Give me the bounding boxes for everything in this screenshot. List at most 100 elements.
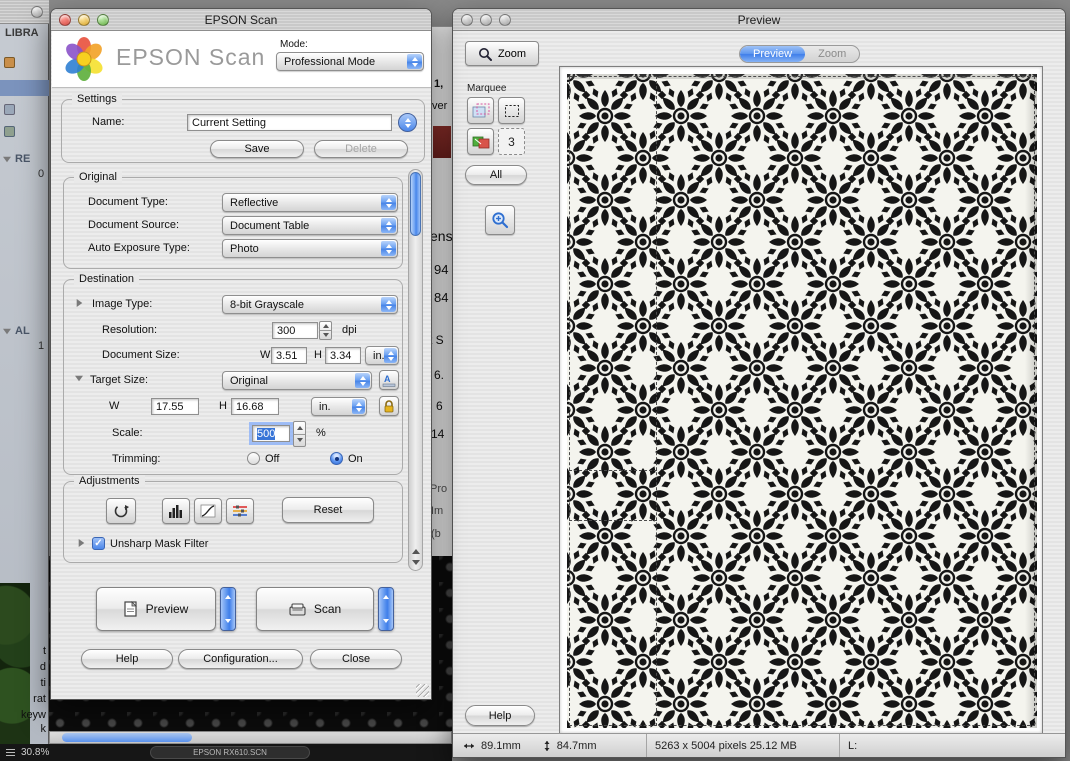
help-button[interactable]: Help xyxy=(81,649,173,669)
bg-fragment: Im xyxy=(431,505,444,517)
lock-button[interactable] xyxy=(379,396,399,416)
trimming-off-radio[interactable] xyxy=(247,452,260,465)
unsharp-checkbox[interactable]: ✓ xyxy=(92,537,105,550)
resolution-field[interactable]: 300 xyxy=(272,322,318,339)
popup-arrows-icon xyxy=(407,54,422,69)
preview-canvas[interactable] xyxy=(559,66,1043,734)
preview-help-button[interactable]: Help xyxy=(465,705,535,726)
settings-list-button[interactable] xyxy=(398,113,417,132)
scan-scrollbar[interactable] xyxy=(408,169,423,571)
zoom-in-button[interactable] xyxy=(485,205,515,235)
marquee-label: Marquee xyxy=(467,83,507,94)
popup-arrows-icon xyxy=(355,373,370,388)
disclosure-triangle-icon[interactable] xyxy=(75,375,83,382)
delete-marquee-button[interactable] xyxy=(467,128,494,155)
target-size-popup[interactable]: Original xyxy=(222,371,372,390)
reset-button[interactable]: Reset xyxy=(282,497,374,523)
scroll-down-icon[interactable] xyxy=(411,559,420,565)
traffic-light-icon[interactable] xyxy=(31,6,43,18)
zoom-button-label: Zoom xyxy=(497,47,527,60)
resize-grip[interactable] xyxy=(416,684,429,697)
all-marquee-button[interactable]: All xyxy=(465,165,527,185)
scan-button[interactable]: Scan xyxy=(256,587,374,631)
target-unit-popup[interactable]: in. xyxy=(311,397,367,416)
target-width-value: 17.55 xyxy=(156,400,184,413)
document-source-popup[interactable]: Document Table xyxy=(222,216,398,235)
zoom-button[interactable]: Zoom xyxy=(465,41,539,66)
delete-button[interactable]: Delete xyxy=(314,140,408,158)
image-adjustment-button[interactable] xyxy=(226,498,254,524)
configuration-button[interactable]: Configuration... xyxy=(178,649,303,669)
background-sidebar-titlebar xyxy=(0,0,49,24)
doc-height-field[interactable]: 3.34 xyxy=(325,347,361,364)
tab-zoom[interactable]: Zoom xyxy=(805,46,859,62)
sidebar-recent-label[interactable]: RE xyxy=(15,153,30,165)
disclosure-triangle-icon[interactable] xyxy=(78,539,85,547)
marquee-selection-edge[interactable] xyxy=(569,470,657,471)
scale-unit: % xyxy=(316,427,326,439)
bg-fragment: 6 xyxy=(436,399,443,413)
doc-unit-popup[interactable]: in. xyxy=(365,346,399,365)
marquee-selection-all[interactable] xyxy=(569,76,1035,726)
mode-popup[interactable]: Professional Mode xyxy=(276,52,424,71)
background-hscrollbar[interactable] xyxy=(49,731,452,744)
save-button[interactable]: Save xyxy=(210,140,304,158)
tab-preview[interactable]: Preview xyxy=(740,46,806,62)
setting-name-value: Current Setting xyxy=(192,116,266,129)
target-size-options-button[interactable]: A xyxy=(379,370,399,390)
marquee-button[interactable] xyxy=(498,97,525,124)
arrow-down-icon xyxy=(225,619,231,623)
resolution-stepper[interactable] xyxy=(319,321,332,340)
setting-name-field[interactable]: Current Setting xyxy=(187,114,392,131)
preview-window-titlebar[interactable]: Preview xyxy=(453,9,1065,31)
scan-scrollbar-thumb[interactable] xyxy=(410,172,421,236)
disclosure-triangle-icon[interactable] xyxy=(3,328,11,334)
save-button-label: Save xyxy=(244,143,270,155)
auto-exposure-icon xyxy=(114,504,129,518)
target-height-field[interactable]: 16.68 xyxy=(231,398,279,415)
minimize-icon[interactable] xyxy=(78,14,90,26)
doc-width-field[interactable]: 3.51 xyxy=(271,347,307,364)
scan-window-titlebar[interactable]: EPSON Scan xyxy=(51,9,431,31)
zoom-window-icon[interactable] xyxy=(499,14,511,26)
preview-button[interactable]: Preview xyxy=(96,587,216,631)
close-icon[interactable] xyxy=(59,14,71,26)
preview-options-stepper[interactable] xyxy=(220,587,236,631)
settings-legend: Settings xyxy=(72,93,122,105)
scroll-up-icon[interactable] xyxy=(411,549,420,555)
zoom-window-icon[interactable] xyxy=(97,14,109,26)
auto-exposure-button[interactable] xyxy=(106,498,136,524)
info-label: ti xyxy=(40,677,47,689)
sidebar-albums-label[interactable]: AL xyxy=(15,325,30,337)
document-type-popup[interactable]: Reflective xyxy=(222,193,398,212)
minimize-icon[interactable] xyxy=(480,14,492,26)
popup-arrows-icon xyxy=(381,195,396,210)
target-width-field[interactable]: 17.55 xyxy=(151,398,199,415)
histogram-button[interactable] xyxy=(162,498,190,524)
duplicate-marquee-button[interactable] xyxy=(467,97,494,124)
preview-doc-icon xyxy=(124,601,137,617)
help-button-label: Help xyxy=(115,653,139,665)
bg-file-popup[interactable]: EPSON RX610.SCN xyxy=(150,746,310,759)
scanned-image-area[interactable] xyxy=(567,74,1037,728)
scale-stepper[interactable] xyxy=(293,421,306,447)
sidebar-selected-row[interactable] xyxy=(0,80,49,96)
hscroll-thumb[interactable] xyxy=(62,733,192,742)
trimming-on-radio[interactable] xyxy=(330,452,343,465)
popup-arrows-icon xyxy=(381,241,396,256)
grid-icon[interactable] xyxy=(6,749,15,756)
scale-field[interactable]: 500 xyxy=(252,425,290,442)
close-button[interactable]: Close xyxy=(310,649,402,669)
image-type-popup[interactable]: 8-bit Grayscale xyxy=(222,295,398,314)
bg-file-name: EPSON RX610.SCN xyxy=(193,748,267,757)
disclosure-triangle-icon[interactable] xyxy=(76,299,83,307)
status-height: 84.7mm xyxy=(556,739,597,752)
tone-correction-button[interactable] xyxy=(194,498,222,524)
marquee-selection-border[interactable] xyxy=(656,76,657,726)
marquee-selection-edge[interactable] xyxy=(569,520,657,521)
color-balance-icon xyxy=(233,505,247,517)
auto-exposure-popup[interactable]: Photo xyxy=(222,239,398,258)
scan-options-stepper[interactable] xyxy=(378,587,394,631)
close-icon[interactable] xyxy=(461,14,473,26)
disclosure-triangle-icon[interactable] xyxy=(3,156,11,162)
